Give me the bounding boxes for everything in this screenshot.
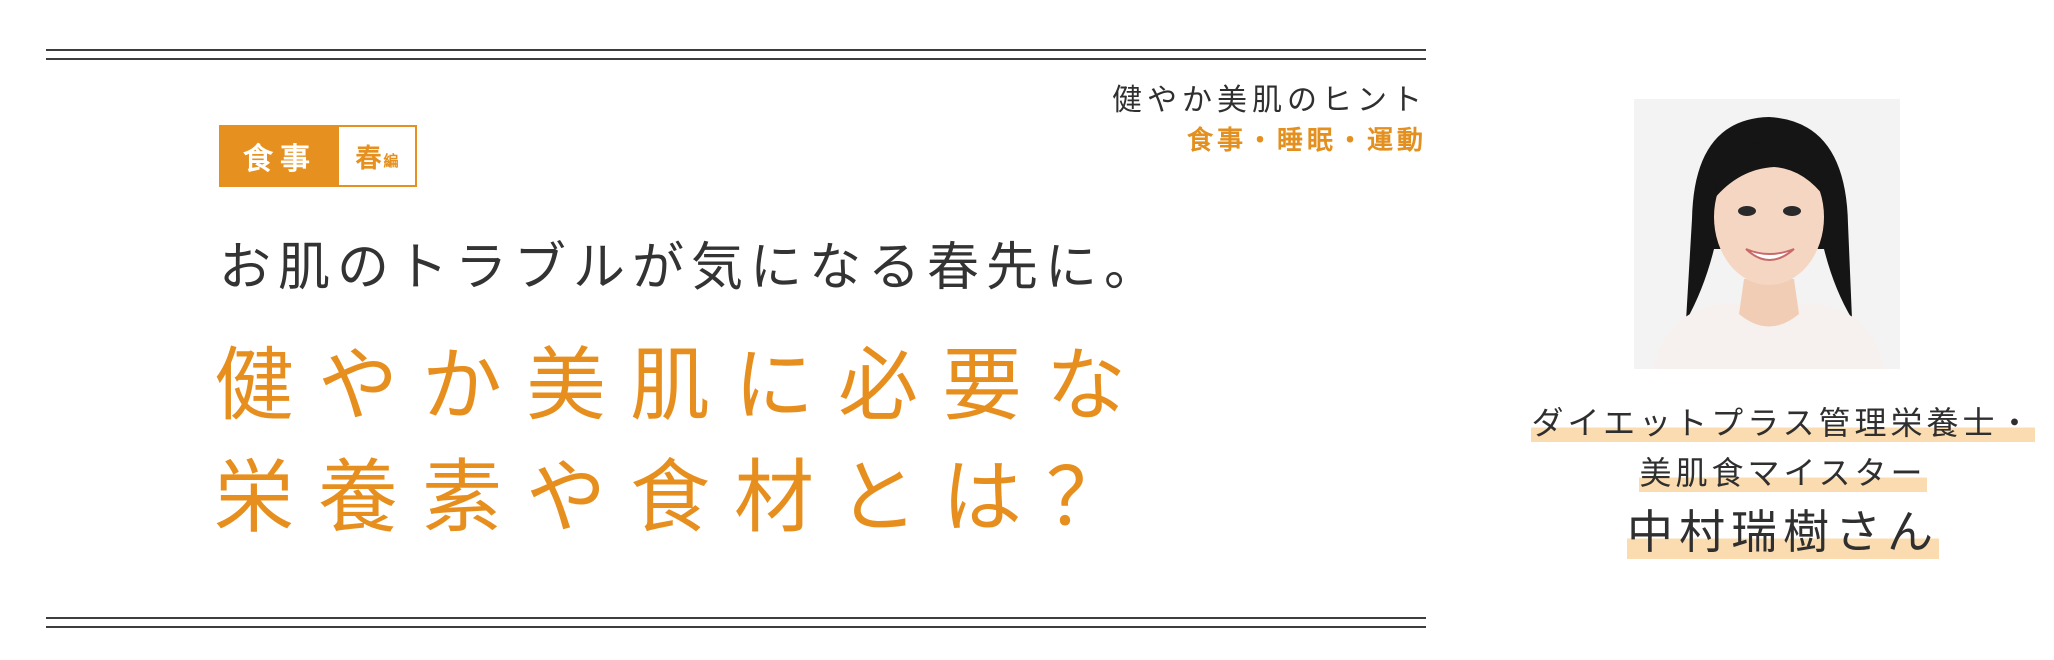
series-title: 健やか美肌のヒント [1112,83,1427,118]
bottom-rule-upper [46,617,1426,619]
bottom-rule-lower [46,626,1426,628]
category-label: 食事 [221,127,339,185]
headline-line-2: 栄養素や食材とは？ [214,451,1150,544]
author-profile: ダイエットプラス管理栄養士・ 美肌食マイスター 中村瑞樹さん [1528,398,2038,564]
headline: 健やか美肌に必要な 栄養素や食材とは？ [214,330,1150,554]
season-label: 春 編 [339,127,415,185]
series-subtitle: 食事・睡眠・運動 [1186,126,1427,156]
author-role-line-1: ダイエットプラス管理栄養士・ [1531,404,2035,442]
top-rule-lower [46,58,1426,60]
author-role-line-2: 美肌食マイスター [1639,454,1927,492]
headline-line-1: 健やか美肌に必要な [214,339,1150,432]
lead-text: お肌のトラブルが気になる春先に。 [219,238,1164,298]
author-name: 中村瑞樹さん [1627,505,1939,559]
series-heading: 健やか美肌のヒント 食事・睡眠・運動 [1112,80,1427,160]
part-text: 編 [383,151,399,170]
season-text: 春 [355,143,382,174]
top-rule-upper [46,49,1426,51]
portrait-image [1634,99,1900,369]
category-tag: 食事 春 編 [219,125,417,187]
author-photo [1634,99,1900,369]
